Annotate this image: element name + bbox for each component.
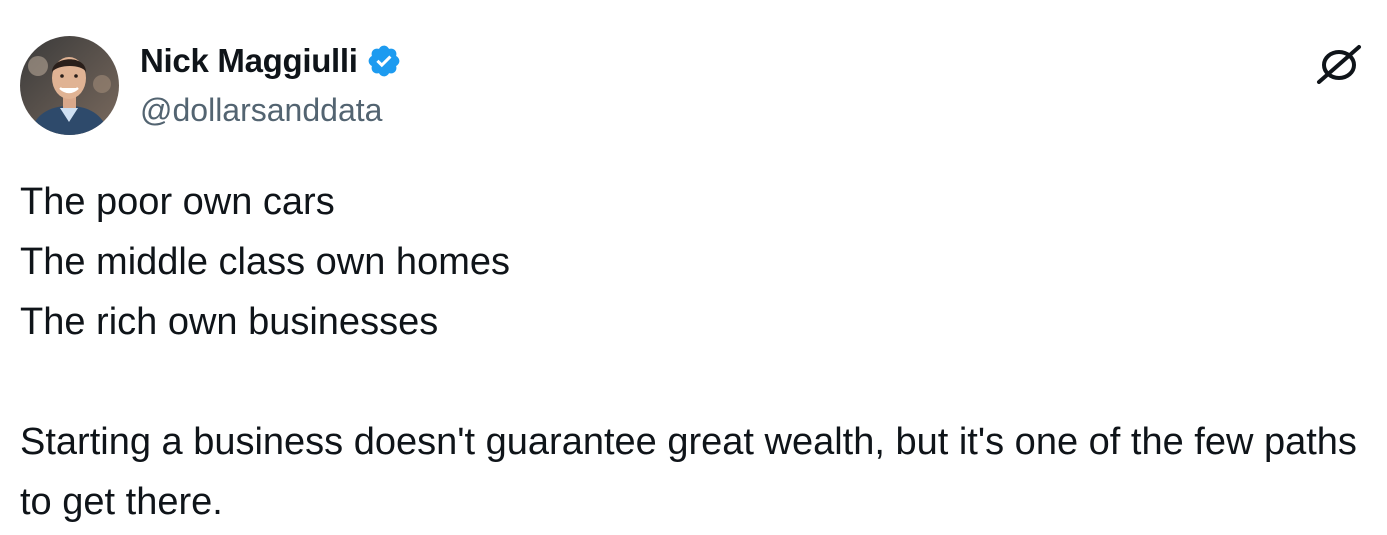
tweet-line: The poor own cars: [20, 181, 335, 223]
tweet-line: The rich own businesses: [20, 301, 439, 343]
tweet-paragraph: Starting a business doesn't guarantee gr…: [20, 421, 1357, 523]
author-display-name[interactable]: Nick Maggiulli: [140, 38, 358, 84]
tweet-card: Nick Maggiulli @dollarsanddata The poor …: [0, 0, 1387, 535]
author-handle[interactable]: @dollarsanddata: [140, 88, 382, 132]
tweet-line: The middle class own homes: [20, 241, 510, 283]
x-logo-icon[interactable]: [1315, 44, 1363, 84]
avatar[interactable]: [20, 36, 119, 135]
avatar-photo: [20, 36, 119, 135]
verified-badge-icon: [366, 43, 402, 79]
tweet-text: The poor own cars The middle class own h…: [20, 172, 1370, 532]
author-name-row: Nick Maggiulli: [140, 38, 402, 84]
